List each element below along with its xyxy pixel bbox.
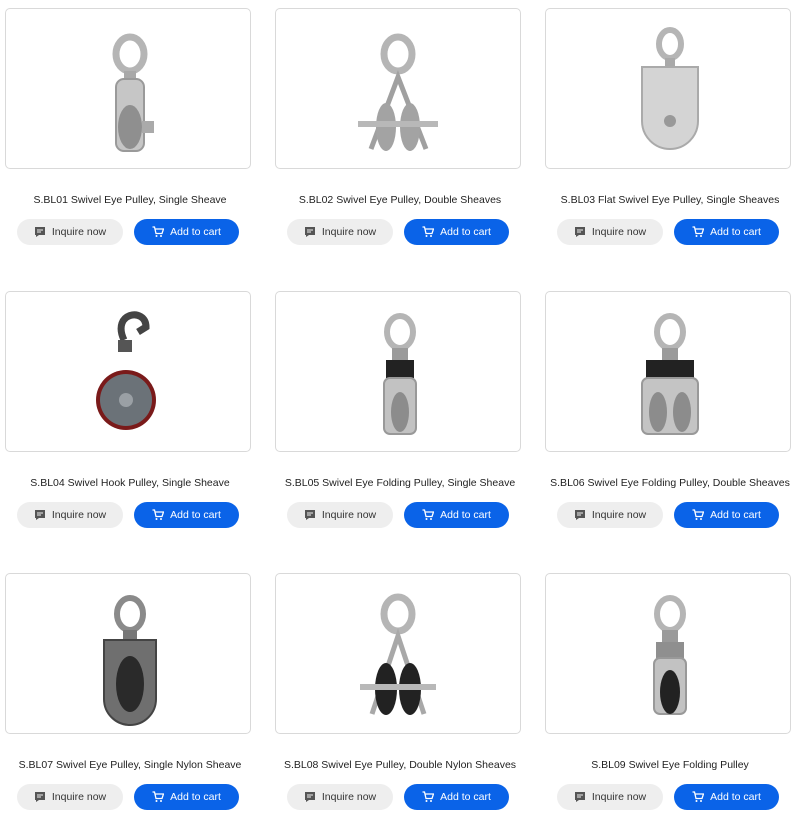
inquire-button[interactable]: Inquire now	[287, 219, 393, 245]
inquire-label: Inquire now	[321, 226, 377, 238]
chat-icon	[34, 227, 45, 237]
add-to-cart-button[interactable]: Add to cart	[674, 219, 779, 245]
product-image[interactable]	[5, 8, 251, 169]
product-card: S.BL07 Swivel Eye Pulley, Single Nylon S…	[0, 565, 251, 819]
product-card: S.BL02 Swivel Eye Pulley, Double Sheaves…	[270, 0, 521, 260]
product-grid: S.BL01 Swivel Eye Pulley, Single Sheave …	[0, 0, 803, 819]
inquire-label: Inquire now	[591, 791, 647, 803]
cart-label: Add to cart	[170, 509, 221, 521]
inquire-button[interactable]: Inquire now	[557, 784, 663, 810]
product-image[interactable]	[545, 291, 791, 452]
product-title[interactable]: S.BL07 Swivel Eye Pulley, Single Nylon S…	[0, 759, 260, 771]
product-image[interactable]	[275, 291, 521, 452]
cart-icon	[422, 509, 435, 520]
chat-icon	[574, 227, 585, 237]
inquire-button[interactable]: Inquire now	[17, 502, 123, 528]
add-to-cart-button[interactable]: Add to cart	[404, 502, 509, 528]
product-title[interactable]: S.BL02 Swivel Eye Pulley, Double Sheaves	[270, 194, 530, 206]
chat-icon	[304, 792, 315, 802]
product-image[interactable]	[275, 8, 521, 169]
chat-icon	[34, 792, 45, 802]
product-image[interactable]	[275, 573, 521, 734]
add-to-cart-button[interactable]: Add to cart	[134, 219, 239, 245]
inquire-label: Inquire now	[591, 509, 647, 521]
add-to-cart-button[interactable]: Add to cart	[674, 784, 779, 810]
product-card: S.BL05 Swivel Eye Folding Pulley, Single…	[270, 283, 521, 543]
product-title[interactable]: S.BL08 Swivel Eye Pulley, Double Nylon S…	[270, 759, 530, 771]
cart-label: Add to cart	[710, 791, 761, 803]
product-card: S.BL01 Swivel Eye Pulley, Single Sheave …	[0, 0, 251, 260]
product-title[interactable]: S.BL09 Swivel Eye Folding Pulley	[540, 759, 800, 771]
cart-icon	[692, 791, 705, 802]
chat-icon	[34, 510, 45, 520]
cart-icon	[152, 226, 165, 237]
product-title[interactable]: S.BL01 Swivel Eye Pulley, Single Sheave	[0, 194, 260, 206]
cart-label: Add to cart	[440, 791, 491, 803]
product-card: S.BL09 Swivel Eye Folding Pulley Inquire…	[540, 565, 791, 819]
cart-icon	[152, 509, 165, 520]
inquire-button[interactable]: Inquire now	[287, 502, 393, 528]
cart-icon	[692, 226, 705, 237]
add-to-cart-button[interactable]: Add to cart	[134, 502, 239, 528]
chat-icon	[304, 227, 315, 237]
chat-icon	[574, 792, 585, 802]
add-to-cart-button[interactable]: Add to cart	[404, 784, 509, 810]
cart-label: Add to cart	[170, 791, 221, 803]
chat-icon	[304, 510, 315, 520]
inquire-label: Inquire now	[321, 791, 377, 803]
product-card: S.BL04 Swivel Hook Pulley, Single Sheave…	[0, 283, 251, 543]
product-title[interactable]: S.BL04 Swivel Hook Pulley, Single Sheave	[0, 477, 260, 489]
product-image[interactable]	[5, 291, 251, 452]
product-card: S.BL03 Flat Swivel Eye Pulley, Single Sh…	[540, 0, 791, 260]
add-to-cart-button[interactable]: Add to cart	[134, 784, 239, 810]
product-image[interactable]	[545, 8, 791, 169]
inquire-button[interactable]: Inquire now	[17, 784, 123, 810]
inquire-button[interactable]: Inquire now	[557, 502, 663, 528]
inquire-button[interactable]: Inquire now	[557, 219, 663, 245]
cart-label: Add to cart	[170, 226, 221, 238]
cart-icon	[152, 791, 165, 802]
inquire-label: Inquire now	[51, 226, 107, 238]
cart-label: Add to cart	[440, 509, 491, 521]
add-to-cart-button[interactable]: Add to cart	[404, 219, 509, 245]
inquire-label: Inquire now	[51, 791, 107, 803]
inquire-button[interactable]: Inquire now	[287, 784, 393, 810]
product-card: S.BL08 Swivel Eye Pulley, Double Nylon S…	[270, 565, 521, 819]
product-card: S.BL06 Swivel Eye Folding Pulley, Double…	[540, 283, 791, 543]
product-title[interactable]: S.BL03 Flat Swivel Eye Pulley, Single Sh…	[540, 194, 800, 206]
cart-label: Add to cart	[440, 226, 491, 238]
cart-label: Add to cart	[710, 226, 761, 238]
add-to-cart-button[interactable]: Add to cart	[674, 502, 779, 528]
product-image[interactable]	[5, 573, 251, 734]
inquire-label: Inquire now	[591, 226, 647, 238]
inquire-button[interactable]: Inquire now	[17, 219, 123, 245]
product-title[interactable]: S.BL05 Swivel Eye Folding Pulley, Single…	[270, 477, 530, 489]
chat-icon	[574, 510, 585, 520]
product-image[interactable]	[545, 573, 791, 734]
product-title[interactable]: S.BL06 Swivel Eye Folding Pulley, Double…	[540, 477, 800, 489]
cart-icon	[422, 791, 435, 802]
cart-label: Add to cart	[710, 509, 761, 521]
inquire-label: Inquire now	[321, 509, 377, 521]
cart-icon	[422, 226, 435, 237]
cart-icon	[692, 509, 705, 520]
inquire-label: Inquire now	[51, 509, 107, 521]
